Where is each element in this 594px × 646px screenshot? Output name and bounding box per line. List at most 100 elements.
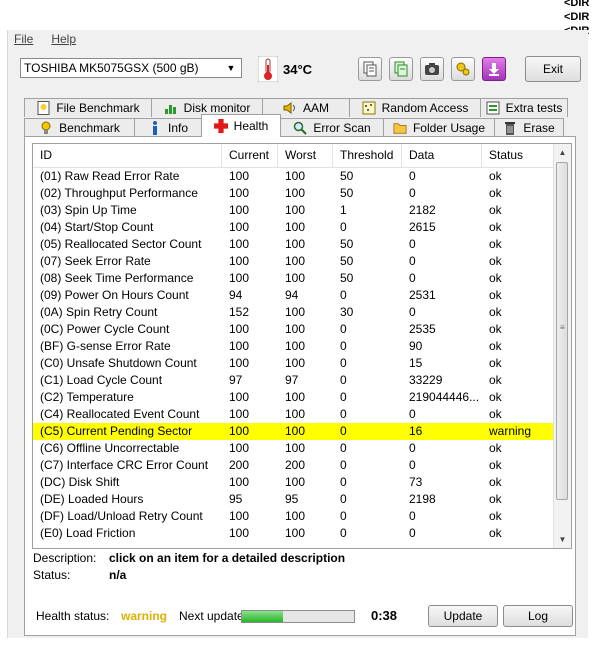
hdtune-window: File Help TOSHIBA MK5075GSX (500 gB) ▼ 3…: [7, 30, 588, 638]
table-row[interactable]: (05) Reallocated Sector Count 100 100 50 0 ok: [33, 236, 555, 253]
cell-current: 100: [229, 407, 250, 421]
column-header-worst[interactable]: Worst: [278, 144, 333, 167]
tab-health[interactable]: Health: [201, 114, 281, 137]
table-row[interactable]: (0A) Spin Retry Count 152 100 30 0 ok: [33, 304, 555, 321]
cell-status: ok: [489, 169, 502, 183]
save-button[interactable]: [482, 57, 506, 81]
tab-info[interactable]: Info: [134, 118, 202, 137]
cell-status: ok: [489, 526, 502, 540]
cell-threshold: 0: [340, 339, 347, 353]
menu-file[interactable]: File: [14, 32, 33, 50]
scroll-up-arrow-icon[interactable]: ▲: [554, 144, 571, 161]
table-row[interactable]: (E0) Load Friction 100 100 0 0 ok: [33, 525, 555, 542]
cell-current: 100: [229, 526, 250, 540]
cell-threshold: 50: [340, 237, 354, 251]
smart-table: ID Current Worst Threshold Data Status (…: [32, 143, 572, 549]
grip-icon: ≡: [560, 323, 565, 332]
cell-id: (08) Seek Time Performance: [40, 271, 194, 285]
menu-help[interactable]: Help: [51, 32, 76, 50]
cell-status: ok: [489, 220, 502, 234]
tab-folder-usage[interactable]: Folder Usage: [383, 118, 495, 137]
cell-status: ok: [489, 390, 502, 404]
screenshot-button[interactable]: [420, 57, 444, 81]
table-row[interactable]: (DE) Loaded Hours 95 95 0 2198 ok: [33, 491, 555, 508]
tab-benchmark[interactable]: Benchmark: [24, 118, 135, 137]
column-header-id[interactable]: ID: [33, 144, 222, 167]
cell-id: (01) Raw Read Error Rate: [40, 169, 180, 183]
cell-id: (C6) Offline Uncorrectable: [40, 441, 180, 455]
cell-id: (E0) Load Friction: [40, 526, 136, 540]
table-row[interactable]: (DC) Disk Shift 100 100 0 73 ok: [33, 474, 555, 491]
table-row[interactable]: (07) Seek Error Rate 100 100 50 0 ok: [33, 253, 555, 270]
tab-health-label: Health: [233, 119, 269, 133]
trash-icon: [503, 121, 517, 135]
table-row[interactable]: (C7) Interface CRC Error Count 200 200 0 0 ok: [33, 457, 555, 474]
chevron-down-icon[interactable]: ▼: [224, 61, 238, 75]
copy-text-button[interactable]: [358, 57, 382, 81]
scrollbar-thumb[interactable]: ≡: [556, 162, 568, 500]
column-header-data[interactable]: Data: [402, 144, 482, 167]
tab-error-scan[interactable]: Error Scan: [280, 118, 384, 137]
scroll-down-arrow-icon[interactable]: ▼: [554, 531, 571, 548]
cell-id: (09) Power On Hours Count: [40, 288, 189, 302]
health-cross-icon: [213, 119, 228, 133]
update-button[interactable]: Update: [428, 605, 498, 627]
table-row[interactable]: (02) Throughput Performance 100 100 50 0 ok: [33, 185, 555, 202]
column-header-current[interactable]: Current: [222, 144, 278, 167]
table-row[interactable]: (C1) Load Cycle Count 97 97 0 33229 ok: [33, 372, 555, 389]
cell-worst: 94: [285, 288, 299, 302]
cell-data: 0: [409, 526, 416, 540]
table-scrollbar[interactable]: ▲ ≡ ▼: [553, 144, 571, 548]
cell-worst: 100: [285, 305, 306, 319]
cell-worst: 100: [285, 356, 306, 370]
tab-disk-monitor-label: Disk monitor: [183, 101, 251, 115]
table-row[interactable]: (C6) Offline Uncorrectable 100 100 0 0 ok: [33, 440, 555, 457]
tab-erase[interactable]: Erase: [494, 118, 564, 137]
options-button[interactable]: [451, 57, 475, 81]
cell-status: ok: [489, 288, 502, 302]
cell-status: ok: [489, 271, 502, 285]
tab-random-access[interactable]: Random Access: [349, 98, 481, 117]
cell-status: ok: [489, 458, 502, 472]
cell-current: 100: [229, 475, 250, 489]
cell-worst: 100: [285, 322, 306, 336]
thermometer-icon: [258, 56, 278, 82]
table-row[interactable]: (C4) Reallocated Event Count 100 100 0 0 ok: [33, 406, 555, 423]
table-row[interactable]: (08) Seek Time Performance 100 100 50 0 ok: [33, 270, 555, 287]
cell-id: (C4) Reallocated Event Count: [40, 407, 200, 421]
exit-button[interactable]: Exit: [525, 56, 581, 82]
cell-status: ok: [489, 373, 502, 387]
description-label: Description:: [33, 551, 97, 565]
table-row[interactable]: (0C) Power Cycle Count 100 100 0 2535 ok: [33, 321, 555, 338]
cell-status: warning: [489, 424, 532, 438]
cell-status: ok: [489, 475, 502, 489]
table-row[interactable]: (04) Start/Stop Count 100 100 0 2615 ok: [33, 219, 555, 236]
cell-worst: 100: [285, 186, 306, 200]
table-row[interactable]: (03) Spin Up Time 100 100 1 2182 ok: [33, 202, 555, 219]
cell-threshold: 50: [340, 271, 354, 285]
cell-threshold: 0: [340, 441, 347, 455]
table-row[interactable]: (BF) G-sense Error Rate 100 100 0 90 ok: [33, 338, 555, 355]
cell-status: ok: [489, 203, 502, 217]
random-access-icon: [362, 101, 376, 115]
tab-file-benchmark[interactable]: File Benchmark: [24, 98, 152, 117]
table-row[interactable]: (DF) Load/Unload Retry Count 100 100 0 0 ok: [33, 508, 555, 525]
column-header-status[interactable]: Status: [482, 144, 555, 167]
drive-select-value: TOSHIBA MK5075GSX (500 gB): [24, 61, 199, 75]
cell-worst: 100: [285, 220, 306, 234]
cell-id: (C1) Load Cycle Count: [40, 373, 163, 387]
table-row[interactable]: (C5) Current Pending Sector 100 100 0 16 warn…: [33, 423, 555, 440]
cell-data: 0: [409, 305, 416, 319]
table-row[interactable]: (01) Raw Read Error Rate 100 100 50 0 ok: [33, 168, 555, 185]
cell-threshold: 0: [340, 492, 347, 506]
column-header-threshold[interactable]: Threshold: [333, 144, 402, 167]
drive-select[interactable]: TOSHIBA MK5075GSX (500 gB) ▼: [20, 58, 242, 78]
cell-worst: 100: [285, 407, 306, 421]
table-row[interactable]: (C2) Temperature 100 100 0 219044446... ok: [33, 389, 555, 406]
copy-screenshot-button[interactable]: [389, 57, 413, 81]
table-row[interactable]: (09) Power On Hours Count 94 94 0 2531 ok: [33, 287, 555, 304]
log-button[interactable]: Log: [503, 605, 573, 627]
tab-extra-tests[interactable]: Extra tests: [480, 98, 568, 117]
cell-worst: 100: [285, 237, 306, 251]
table-row[interactable]: (C0) Unsafe Shutdown Count 100 100 0 15 ok: [33, 355, 555, 372]
